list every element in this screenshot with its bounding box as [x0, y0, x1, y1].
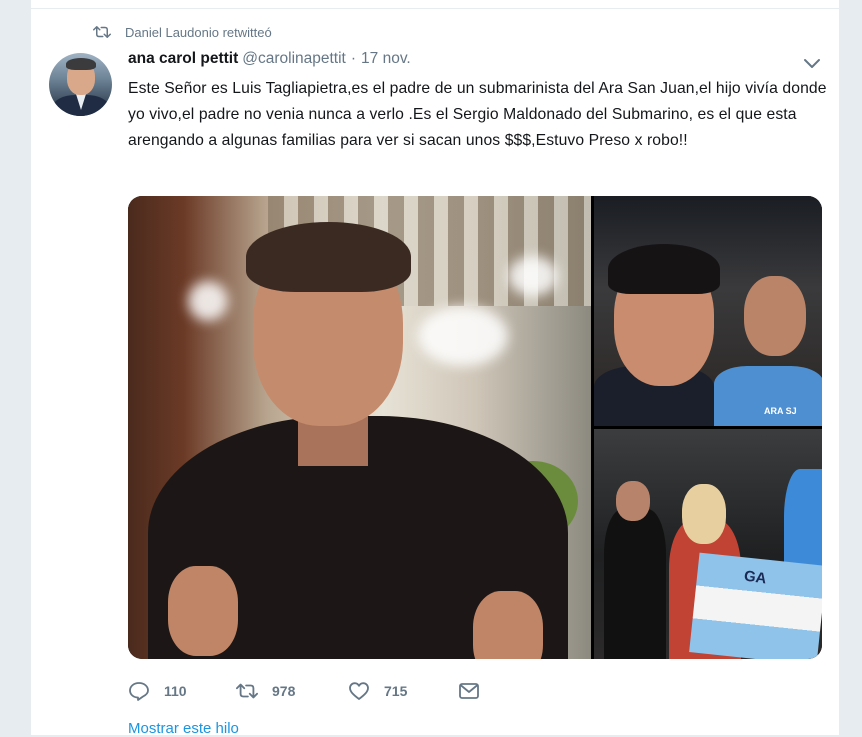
author-name[interactable]: ana carol pettit — [128, 50, 238, 68]
tweet-text: Este Señor es Luis Tagliapietra,es el pa… — [128, 80, 827, 149]
photo-2[interactable]: ARA SJ — [594, 196, 822, 426]
retweet-icon — [93, 26, 111, 38]
heart-icon — [349, 682, 369, 700]
retweet-button[interactable]: 978 — [236, 681, 348, 701]
divider — [31, 8, 839, 9]
flag-text: GA — [742, 567, 768, 588]
retweet-icon — [236, 683, 258, 699]
photo-3[interactable]: GA — [594, 429, 822, 659]
reply-count: 110 — [164, 683, 187, 699]
separator-dot: · — [350, 50, 357, 67]
tweet-header: ana carol pettit @carolinapettit · 17 no… — [128, 50, 411, 68]
tweet-card[interactable]: Daniel Laudonio retwitteó ana carol pett… — [31, 0, 839, 737]
author-handle[interactable]: @carolinapettit — [242, 50, 346, 68]
show-thread-link[interactable]: Mostrar este hilo — [128, 720, 239, 737]
direct-message-button[interactable] — [458, 681, 480, 701]
retweet-context: Daniel Laudonio retwitteó — [93, 22, 272, 42]
like-count: 715 — [384, 683, 408, 699]
shirt-text: ARA SJ — [764, 406, 797, 416]
reply-button[interactable]: 110 — [128, 681, 236, 701]
media-grid: ARA SJ GA — [128, 196, 822, 659]
envelope-icon — [459, 683, 479, 699]
photo-1[interactable] — [128, 196, 591, 659]
avatar[interactable] — [49, 53, 112, 116]
reply-icon — [129, 682, 149, 701]
chevron-down-icon[interactable] — [801, 54, 823, 72]
like-button[interactable]: 715 — [348, 681, 458, 701]
retweet-count: 978 — [272, 683, 296, 699]
tweet-date[interactable]: 17 nov. — [361, 50, 411, 68]
retweet-context-text[interactable]: Daniel Laudonio retwitteó — [125, 25, 272, 40]
tweet-actions: 110 978 715 — [128, 677, 480, 705]
